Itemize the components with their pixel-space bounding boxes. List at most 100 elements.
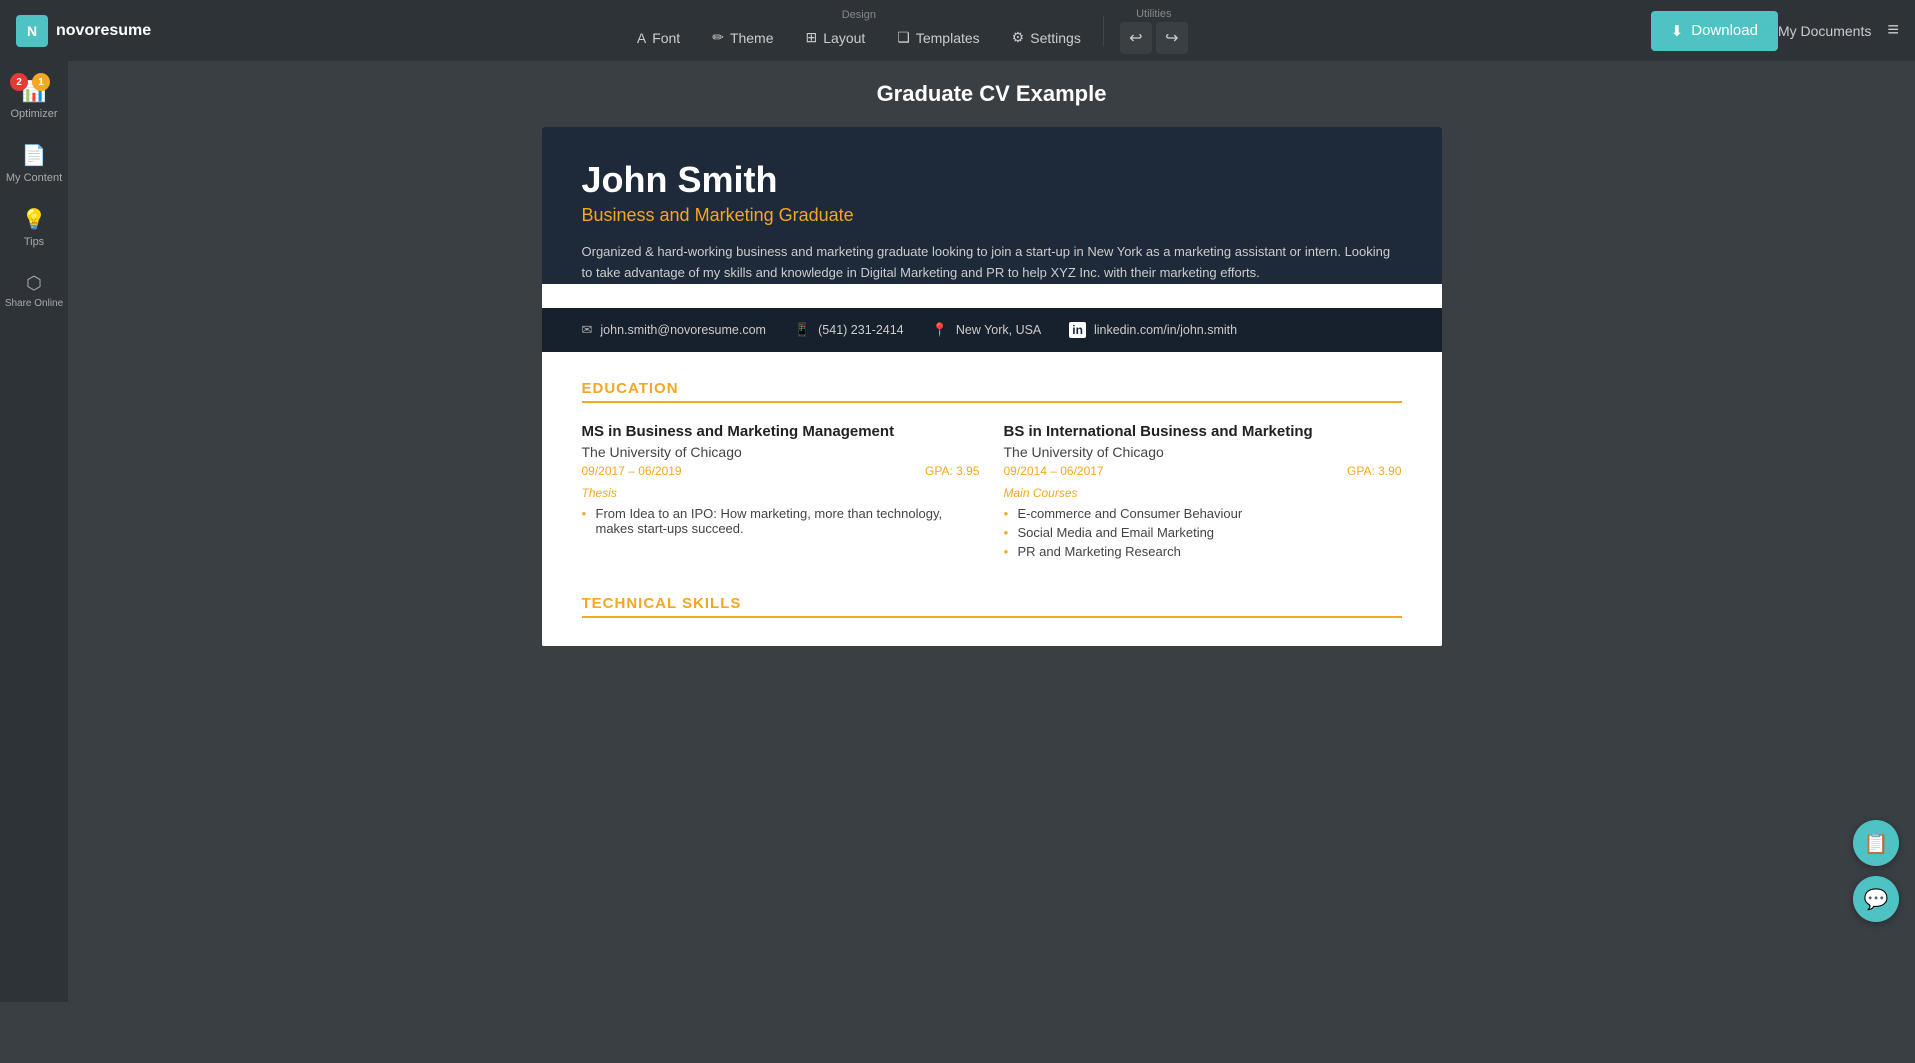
cv-linkedin-value: linkedin.com/in/john.smith [1094, 323, 1237, 337]
cv-contact-bar: ✉ john.smith@novoresume.com 📱 (541) 231-… [542, 308, 1442, 352]
cv-technical-section: TECHNICAL SKILLS [582, 595, 1402, 618]
location-icon: 📍 [932, 322, 948, 338]
layout-icon: ⊞ [806, 29, 818, 46]
linkedin-icon: in [1069, 322, 1086, 338]
edu-school-1: The University of Chicago [582, 444, 980, 460]
design-group: Design A Font ✏ Theme ⊞ Layout ❏ Templat… [176, 8, 1635, 54]
edu-gpa-1: GPA: 3.95 [925, 464, 979, 478]
nav-layout-label: Layout [823, 30, 865, 46]
cv-technical-title: TECHNICAL SKILLS [582, 595, 1402, 618]
cv-job-title: Business and Marketing Graduate [582, 205, 1402, 226]
nav-divider [1103, 16, 1104, 46]
cv-email-value: john.smith@novoresume.com [600, 323, 766, 337]
edu-bullet-2-2: PR and Marketing Research [1004, 544, 1402, 559]
sidebar-share-label: Share Online [5, 298, 63, 310]
redo-button[interactable]: ↪ [1156, 22, 1188, 54]
cv-name: John Smith [582, 159, 1402, 201]
floating-buttons: 📋 💬 [1853, 820, 1899, 922]
font-icon: A [637, 30, 646, 46]
navbar-right: My Documents ≡ [1778, 19, 1899, 42]
sidebar-my-content-label: My Content [6, 172, 62, 184]
templates-icon: ❏ [897, 29, 910, 46]
logo[interactable]: N novoresume [16, 15, 176, 47]
nav-settings[interactable]: ⚙ Settings [998, 23, 1095, 52]
nav-theme-label: Theme [730, 30, 774, 46]
sidebar-optimizer-label: Optimizer [10, 108, 57, 120]
utilities-label: Utilities [1136, 8, 1171, 20]
navbar: N novoresume Design A Font ✏ Theme ⊞ Lay… [0, 0, 1915, 61]
logo-text: novoresume [56, 22, 151, 40]
edu-bullets-2: E-commerce and Consumer Behaviour Social… [1004, 506, 1402, 559]
edu-entry-2: BS in International Business and Marketi… [1004, 423, 1402, 563]
cv-linkedin: in linkedin.com/in/john.smith [1069, 322, 1237, 338]
sidebar-tips-label: Tips [24, 236, 44, 248]
nav-layout[interactable]: ⊞ Layout [792, 23, 880, 52]
download-label: Download [1691, 22, 1758, 39]
cv-summary: Organized & hard-working business and ma… [582, 242, 1402, 284]
edu-dates-2: 09/2014 – 06/2017 [1004, 464, 1104, 478]
design-section: Design A Font ✏ Theme ⊞ Layout ❏ Templat… [623, 9, 1095, 52]
sidebar-item-share-online[interactable]: ⬡ Share Online [4, 261, 64, 321]
chat-float-icon: 💬 [1864, 887, 1889, 912]
edu-gpa-2: GPA: 3.90 [1347, 464, 1401, 478]
nav-theme[interactable]: ✏ Theme [698, 23, 787, 52]
floating-doc-button[interactable]: 📋 [1853, 820, 1899, 866]
cv-email: ✉ john.smith@novoresume.com [582, 322, 766, 338]
cv-education-section: EDUCATION MS in Business and Marketing M… [582, 380, 1402, 563]
cv-education-grid: MS in Business and Marketing Management … [582, 423, 1402, 563]
nav-font-label: Font [652, 30, 680, 46]
edu-entry-1: MS in Business and Marketing Management … [582, 423, 980, 563]
nav-font[interactable]: A Font [623, 24, 694, 52]
sidebar-item-my-content[interactable]: 📄 My Content [4, 133, 64, 193]
settings-icon: ⚙ [1012, 29, 1025, 46]
sidebar-item-tips[interactable]: 💡 Tips [4, 197, 64, 257]
utilities-row: ↩ ↪ [1120, 22, 1188, 54]
main-content: Graduate CV Example John Smith Business … [68, 61, 1915, 1002]
sidebar: 2 1 📊 Optimizer 📄 My Content 💡 Tips ⬡ Sh… [0, 61, 68, 1002]
nav-templates-label: Templates [916, 30, 980, 46]
theme-icon: ✏ [712, 29, 724, 46]
edu-dates-1: 09/2017 – 06/2019 [582, 464, 682, 478]
edu-bullets-1: From Idea to an IPO: How marketing, more… [582, 506, 980, 536]
edu-sublabel-1: Thesis [582, 486, 980, 500]
cv-phone: 📱 (541) 231-2414 [794, 322, 904, 338]
nav-templates[interactable]: ❏ Templates [883, 23, 993, 52]
edu-bullet-2-0: E-commerce and Consumer Behaviour [1004, 506, 1402, 521]
badge-orange: 1 [32, 73, 50, 91]
my-content-icon: 📄 [22, 143, 47, 168]
download-icon: ⬇ [1671, 22, 1684, 40]
design-items: A Font ✏ Theme ⊞ Layout ❏ Templates ⚙ [623, 23, 1095, 52]
my-documents-link[interactable]: My Documents [1778, 23, 1871, 39]
download-button[interactable]: ⬇ Download [1651, 11, 1778, 51]
edu-bullet-1-0: From Idea to an IPO: How marketing, more… [582, 506, 980, 536]
undo-button[interactable]: ↩ [1120, 22, 1152, 54]
floating-chat-button[interactable]: 💬 [1853, 876, 1899, 922]
edu-degree-1: MS in Business and Marketing Management [582, 423, 980, 440]
design-label: Design [842, 9, 876, 21]
cv-education-title: EDUCATION [582, 380, 1402, 403]
email-icon: ✉ [582, 322, 593, 338]
edu-bullet-2-1: Social Media and Email Marketing [1004, 525, 1402, 540]
utilities-section: Utilities ↩ ↪ [1120, 8, 1188, 54]
page-title: Graduate CV Example [88, 81, 1895, 107]
cv-document: John Smith Business and Marketing Gradua… [542, 127, 1442, 646]
badge-red: 2 [10, 73, 28, 91]
nav-settings-label: Settings [1030, 30, 1081, 46]
sidebar-item-optimizer[interactable]: 2 1 📊 Optimizer [4, 69, 64, 129]
logo-icon: N [16, 15, 48, 47]
share-icon: ⬡ [26, 273, 42, 294]
edu-meta-2: 09/2014 – 06/2017 GPA: 3.90 [1004, 464, 1402, 478]
cv-header: John Smith Business and Marketing Gradua… [542, 127, 1442, 284]
edu-school-2: The University of Chicago [1004, 444, 1402, 460]
cv-body: EDUCATION MS in Business and Marketing M… [542, 352, 1442, 646]
cv-location-value: New York, USA [956, 323, 1041, 337]
edu-meta-1: 09/2017 – 06/2019 GPA: 3.95 [582, 464, 980, 478]
phone-icon: 📱 [794, 322, 810, 338]
edu-sublabel-2: Main Courses [1004, 486, 1402, 500]
cv-location: 📍 New York, USA [932, 322, 1042, 338]
tips-icon: 💡 [22, 207, 47, 232]
hamburger-button[interactable]: ≡ [1887, 19, 1899, 42]
doc-float-icon: 📋 [1864, 831, 1889, 856]
edu-degree-2: BS in International Business and Marketi… [1004, 423, 1402, 440]
cv-phone-value: (541) 231-2414 [818, 323, 903, 337]
